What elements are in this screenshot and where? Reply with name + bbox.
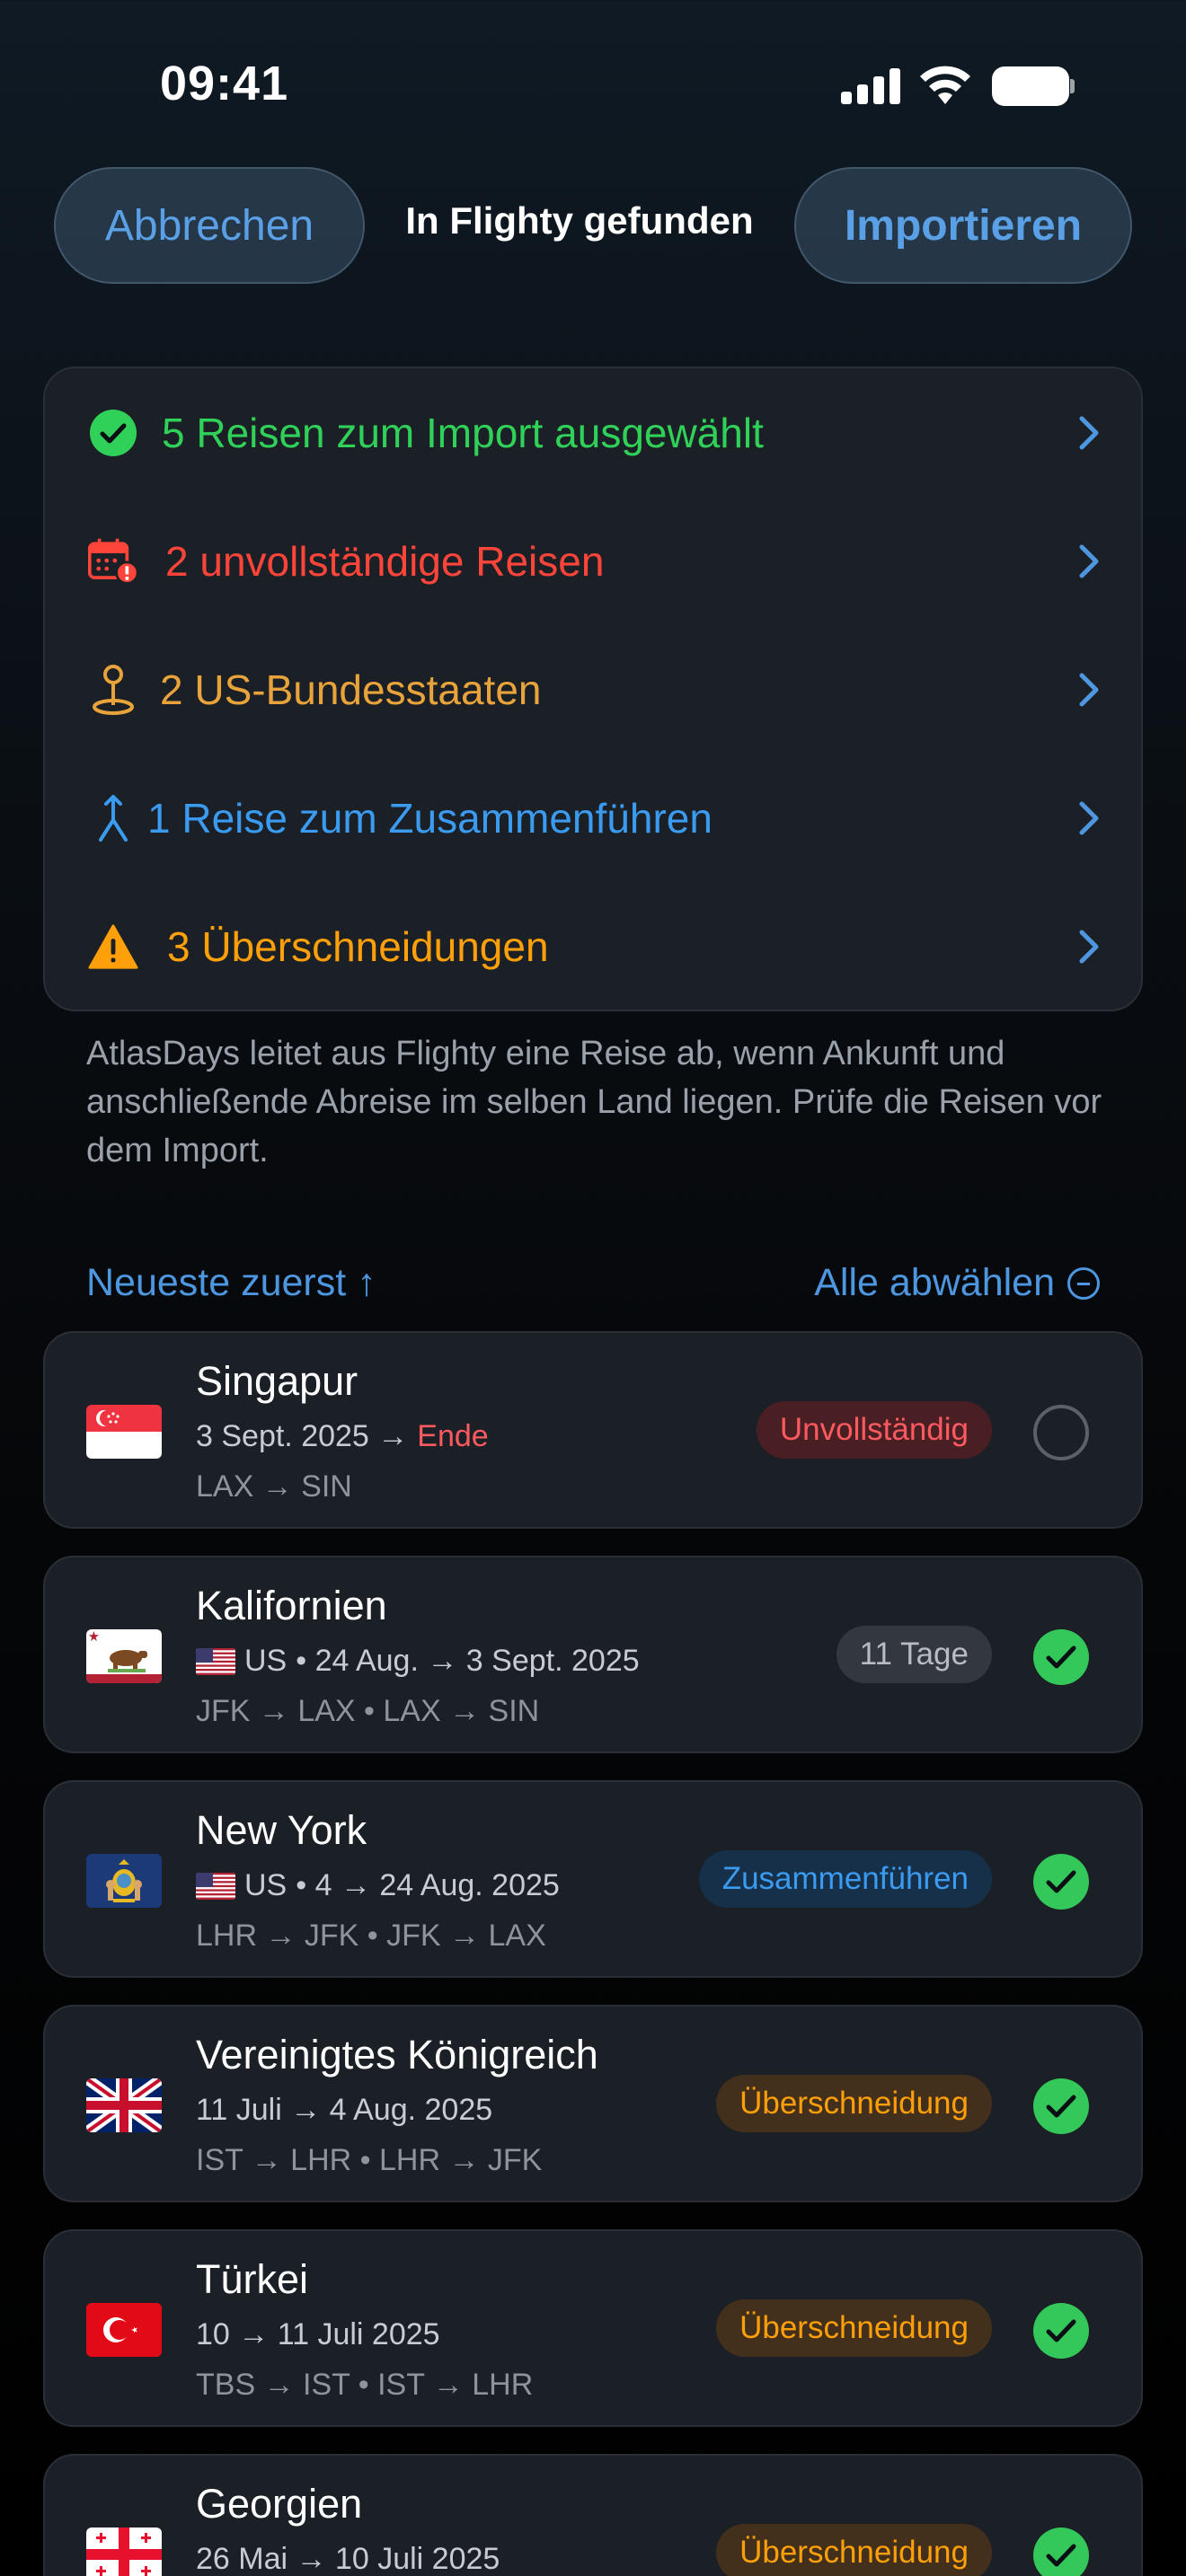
status-badge: Unvollständig bbox=[756, 1401, 992, 1459]
georgia-flag-icon bbox=[86, 2527, 162, 2576]
import-summary-card: 5 Reisen zum Import ausgewählt 2 unvolls… bbox=[43, 366, 1143, 1011]
deselect-label: Alle abwählen bbox=[814, 1261, 1055, 1304]
summary-row-merge[interactable]: 1 Reise zum Zusammenführen bbox=[45, 754, 1141, 882]
singapore-flag-icon bbox=[86, 1405, 162, 1459]
sort-button[interactable]: Neueste zuerst ↑ bbox=[86, 1261, 376, 1305]
trip-date-range: • 4 → 24 Aug. 2025 bbox=[296, 1868, 560, 1902]
summary-row-us-states[interactable]: 2 US-Bundesstaaten bbox=[45, 625, 1141, 754]
summary-row-selected[interactable]: 5 Reisen zum Import ausgewählt bbox=[45, 368, 1141, 497]
trip-dates: US • 4 → 24 Aug. 2025 bbox=[196, 1868, 560, 1903]
trip-date-range: 26 Mai → 10 Juli 2025 bbox=[196, 2542, 500, 2576]
trip-route: LAX → SIN bbox=[196, 1469, 352, 1504]
selection-checkbox[interactable] bbox=[1033, 1854, 1089, 1910]
us-flag-icon bbox=[196, 1872, 235, 1900]
status-time: 09:41 bbox=[160, 57, 289, 110]
status-badge: Überschneidung bbox=[716, 2299, 992, 2357]
selection-checkbox[interactable] bbox=[1033, 1405, 1089, 1460]
trip-date-range: 3 Sept. 2025 → bbox=[196, 1419, 409, 1453]
cancel-button[interactable]: Abbrechen bbox=[54, 167, 365, 284]
trip-name: Kalifornien bbox=[196, 1583, 387, 1628]
trip-card-united-kingdom[interactable]: Vereinigtes Königreich 11 Juli → 4 Aug. … bbox=[43, 2005, 1143, 2202]
trip-country-code: US bbox=[244, 1644, 288, 1678]
map-pin-icon bbox=[88, 664, 138, 715]
battery-icon bbox=[992, 66, 1075, 106]
chevron-right-icon bbox=[1078, 800, 1100, 836]
trip-name: Singapur bbox=[196, 1358, 358, 1404]
warning-triangle-icon bbox=[88, 922, 138, 972]
us-flag-icon bbox=[196, 1647, 235, 1675]
summary-label: 1 Reise zum Zusammenführen bbox=[147, 794, 712, 842]
trip-name: Türkei bbox=[196, 2256, 309, 2302]
trip-route: JFK → LAX • LAX → SIN bbox=[196, 1694, 540, 1728]
new-york-flag-icon bbox=[86, 1854, 162, 1908]
trip-end-missing: Ende bbox=[417, 1419, 489, 1453]
trip-country-code: US bbox=[244, 1868, 288, 1902]
summary-label: 3 Überschneidungen bbox=[167, 922, 549, 970]
import-button[interactable]: Importieren bbox=[794, 167, 1132, 284]
status-badge: 11 Tage bbox=[836, 1626, 992, 1683]
chevron-right-icon bbox=[1078, 415, 1100, 451]
trip-route: TBS → IST • IST → LHR bbox=[196, 2368, 534, 2402]
status-badge: Überschneidung bbox=[716, 2075, 992, 2132]
summary-label: 2 unvollständige Reisen bbox=[165, 537, 605, 585]
summary-label: 5 Reisen zum Import ausgewählt bbox=[162, 409, 764, 456]
selection-checkbox[interactable] bbox=[1033, 2527, 1089, 2576]
california-flag-icon bbox=[86, 1629, 162, 1683]
trip-route: IST → LHR • LHR → JFK bbox=[196, 2143, 543, 2177]
chevron-right-icon bbox=[1078, 672, 1100, 708]
selection-checkbox[interactable] bbox=[1033, 2078, 1089, 2134]
trip-card-california[interactable]: Kalifornien US • 24 Aug. → 3 Sept. 2025 … bbox=[43, 1556, 1143, 1753]
trip-card-new-york[interactable]: New York US • 4 → 24 Aug. 2025 LHR → JFK… bbox=[43, 1780, 1143, 1978]
status-badge: Zusammenführen bbox=[698, 1850, 992, 1908]
summary-label: 2 US-Bundesstaaten bbox=[160, 666, 542, 713]
minus-circle-icon bbox=[1067, 1266, 1100, 1300]
import-note: AtlasDays leitet aus Flighty eine Reise … bbox=[86, 1035, 1102, 1169]
chevron-right-icon bbox=[1078, 929, 1100, 965]
trip-date-range: 10 → 11 Juli 2025 bbox=[196, 2317, 440, 2351]
checkmark-circle-icon bbox=[88, 408, 138, 458]
calendar-alert-icon bbox=[88, 536, 138, 587]
trip-card-singapore[interactable]: Singapur 3 Sept. 2025 → Ende LAX → SIN U… bbox=[43, 1331, 1143, 1529]
wifi-icon bbox=[918, 63, 972, 106]
uk-flag-icon bbox=[86, 2078, 162, 2132]
merge-icon bbox=[88, 793, 138, 843]
trip-name: Georgien bbox=[196, 2481, 363, 2527]
selection-checkbox[interactable] bbox=[1033, 2303, 1089, 2359]
trip-card-turkey[interactable]: Türkei 10 → 11 Juli 2025 TBS → IST • IST… bbox=[43, 2229, 1143, 2427]
trip-dates: US • 24 Aug. → 3 Sept. 2025 bbox=[196, 1644, 640, 1679]
chevron-right-icon bbox=[1078, 543, 1100, 579]
summary-row-overlaps[interactable]: 3 Überschneidungen bbox=[45, 882, 1141, 1010]
status-badge: Überschneidung bbox=[716, 2524, 992, 2576]
page-title: In Flighty gefunden bbox=[405, 199, 754, 242]
summary-row-incomplete[interactable]: 2 unvollständige Reisen bbox=[45, 497, 1141, 625]
trip-name: Vereinigtes Königreich bbox=[196, 2032, 598, 2078]
selection-checkbox[interactable] bbox=[1033, 1629, 1089, 1685]
trip-route: LHR → JFK • JFK → LAX bbox=[196, 1919, 546, 1953]
trip-date-range: • 24 Aug. → 3 Sept. 2025 bbox=[296, 1644, 640, 1678]
deselect-all-button[interactable]: Alle abwählen bbox=[814, 1261, 1100, 1305]
turkey-flag-icon bbox=[86, 2303, 162, 2357]
trip-name: New York bbox=[196, 1807, 367, 1853]
cellular-signal-icon bbox=[841, 68, 900, 104]
trip-card-georgia[interactable]: Georgien 26 Mai → 10 Juli 2025 Überschne… bbox=[43, 2454, 1143, 2576]
trip-dates: 3 Sept. 2025 → Ende bbox=[196, 1419, 489, 1454]
trip-date-range: 11 Juli → 4 Aug. 2025 bbox=[196, 2093, 493, 2127]
